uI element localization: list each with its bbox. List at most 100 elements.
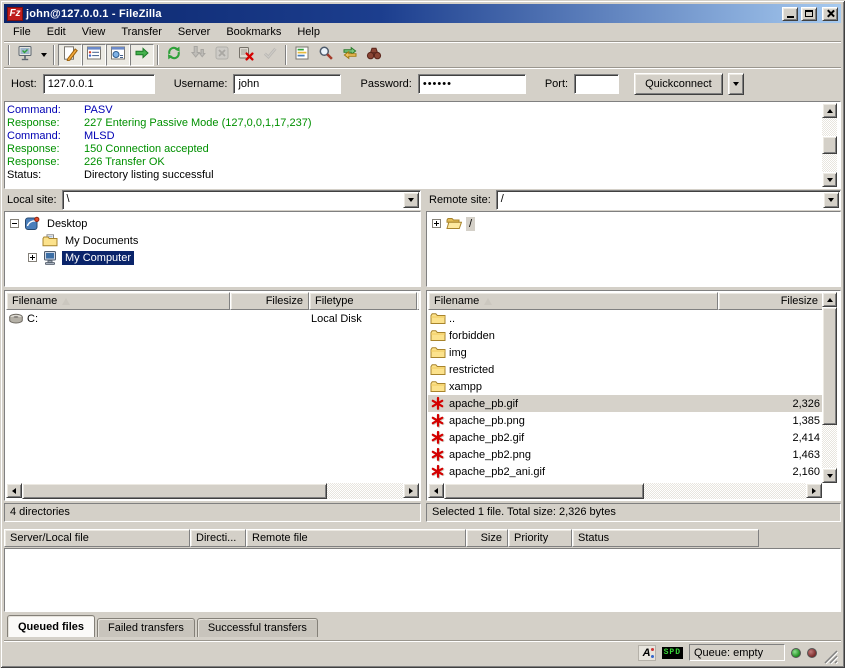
file-row[interactable]: apache_pb2.png1,463: [428, 446, 822, 463]
toggle-message-log-button[interactable]: [58, 44, 82, 66]
file-row[interactable]: img: [428, 344, 822, 361]
directory-comparison-button[interactable]: [362, 44, 386, 66]
scroll-right-button[interactable]: [403, 483, 419, 498]
title-bar[interactable]: Fz john@127.0.0.1 - FileZilla: [4, 4, 841, 23]
local-site-combobox[interactable]: \: [62, 190, 421, 210]
expand-icon[interactable]: [28, 253, 37, 262]
remote-site-label: Remote site:: [426, 194, 496, 206]
port-input[interactable]: [574, 74, 619, 94]
scroll-left-button[interactable]: [428, 483, 444, 498]
scrollbar-thumb[interactable]: [22, 483, 327, 499]
remote-site-dropdown-button[interactable]: [823, 192, 839, 208]
quickconnect-button[interactable]: Quickconnect: [634, 73, 723, 95]
file-row[interactable]: ..: [428, 310, 822, 327]
column-header-status[interactable]: Status: [572, 529, 759, 547]
app-icon: Fz: [7, 7, 23, 21]
local-site-dropdown-button[interactable]: [403, 192, 419, 208]
transfer-queue-body[interactable]: [4, 548, 841, 612]
remote-site-combobox[interactable]: /: [496, 190, 841, 210]
toggle-transfer-queue-button[interactable]: [130, 44, 154, 66]
file-row[interactable]: forbidden: [428, 327, 822, 344]
transfer-type-icon[interactable]: A: [638, 645, 656, 661]
disconnect-button[interactable]: [234, 44, 258, 66]
tree-item[interactable]: My Documents: [5, 232, 420, 249]
tab-queued-files[interactable]: Queued files: [7, 615, 95, 637]
find-files-button[interactable]: [314, 44, 338, 66]
toggle-remote-tree-button[interactable]: [106, 44, 130, 66]
column-header-filename[interactable]: Filename: [428, 292, 718, 310]
toggle-local-tree-button[interactable]: [82, 44, 106, 66]
filezilla-window: Fz john@127.0.0.1 - FileZilla FileEditVi…: [0, 0, 845, 668]
close-button[interactable]: [822, 7, 838, 21]
tree-item[interactable]: Desktop: [5, 215, 420, 232]
menu-bookmarks[interactable]: Bookmarks: [218, 24, 289, 40]
refresh-icon: [166, 45, 182, 64]
remote-directory-tree: /: [426, 211, 841, 287]
tab-failed-transfers[interactable]: Failed transfers: [97, 618, 195, 637]
refresh-button[interactable]: [162, 44, 186, 66]
tree-item[interactable]: My Computer: [5, 249, 420, 266]
menu-view[interactable]: View: [74, 24, 114, 40]
collapse-icon[interactable]: [10, 219, 19, 228]
synchronized-browsing-button[interactable]: [338, 44, 362, 66]
scrollbar-track[interactable]: [22, 483, 403, 499]
remote-vertical-scrollbar[interactable]: [822, 292, 839, 483]
quickconnect-dropdown-button[interactable]: [728, 73, 744, 95]
cancel-operation-button[interactable]: [210, 44, 234, 66]
file-row[interactable]: restricted: [428, 361, 822, 378]
log-vertical-scrollbar[interactable]: [822, 103, 839, 187]
file-row[interactable]: C:Local Disk: [6, 310, 419, 327]
maximize-button[interactable]: [801, 7, 817, 21]
scrollbar-thumb[interactable]: [822, 136, 837, 154]
tree-item-label: My Computer: [62, 251, 134, 265]
column-header-filetype[interactable]: Filetype: [309, 292, 417, 310]
local-horizontal-scrollbar[interactable]: [6, 483, 419, 499]
scroll-down-button[interactable]: [822, 468, 837, 483]
column-header-filesize[interactable]: Filesize: [718, 292, 822, 310]
password-input[interactable]: [418, 74, 526, 94]
column-header-server-local-file[interactable]: Server/Local file: [4, 529, 190, 547]
column-header-priority[interactable]: Priority: [508, 529, 572, 547]
image-icon: [430, 464, 446, 480]
menu-edit[interactable]: Edit: [39, 24, 74, 40]
menu-transfer[interactable]: Transfer: [113, 24, 170, 40]
resize-grip-icon[interactable]: [823, 649, 838, 664]
expand-icon[interactable]: [432, 219, 441, 228]
minimize-button[interactable]: [782, 7, 798, 21]
process-queue-icon: [190, 45, 206, 64]
scrollbar-thumb[interactable]: [822, 307, 837, 425]
scroll-right-button[interactable]: [806, 483, 822, 498]
scroll-up-button[interactable]: [822, 292, 837, 307]
scrollbar-thumb[interactable]: [444, 483, 644, 499]
file-row[interactable]: xampp: [428, 378, 822, 395]
file-row[interactable]: apache_pb.gif2,326: [428, 395, 822, 412]
process-queue-button[interactable]: [186, 44, 210, 66]
tree-item[interactable]: /: [427, 215, 840, 232]
file-row[interactable]: apache_pb2.gif2,414: [428, 429, 822, 446]
remote-horizontal-scrollbar[interactable]: [428, 483, 822, 499]
scroll-down-button[interactable]: [822, 172, 837, 187]
column-header-size[interactable]: Size: [466, 529, 508, 547]
column-header-filesize[interactable]: Filesize: [230, 292, 309, 310]
column-header-remote-file[interactable]: Remote file: [246, 529, 466, 547]
column-header-filename[interactable]: Filename: [6, 292, 230, 310]
username-input[interactable]: [233, 74, 341, 94]
file-row[interactable]: apache_pb2_ani.gif2,160: [428, 463, 822, 480]
filter-button[interactable]: [290, 44, 314, 66]
sort-ascending-icon: [62, 298, 70, 305]
menu-file[interactable]: File: [5, 24, 39, 40]
menu-help[interactable]: Help: [289, 24, 328, 40]
column-header-directi-[interactable]: Directi...: [190, 529, 246, 547]
column-header-l[interactable]: L: [417, 292, 419, 310]
tab-successful-transfers[interactable]: Successful transfers: [197, 618, 318, 637]
site-manager-dropdown-button[interactable]: [37, 44, 50, 66]
reconnect-button[interactable]: [258, 44, 282, 66]
site-manager-button[interactable]: [13, 44, 37, 66]
scroll-up-button[interactable]: [822, 103, 837, 118]
menu-server[interactable]: Server: [170, 24, 218, 40]
scroll-left-button[interactable]: [6, 483, 22, 498]
file-row[interactable]: apache_pb.png1,385: [428, 412, 822, 429]
speed-limit-icon[interactable]: SPD: [662, 647, 683, 659]
host-input[interactable]: [43, 74, 155, 94]
scrollbar-track[interactable]: [444, 483, 806, 499]
